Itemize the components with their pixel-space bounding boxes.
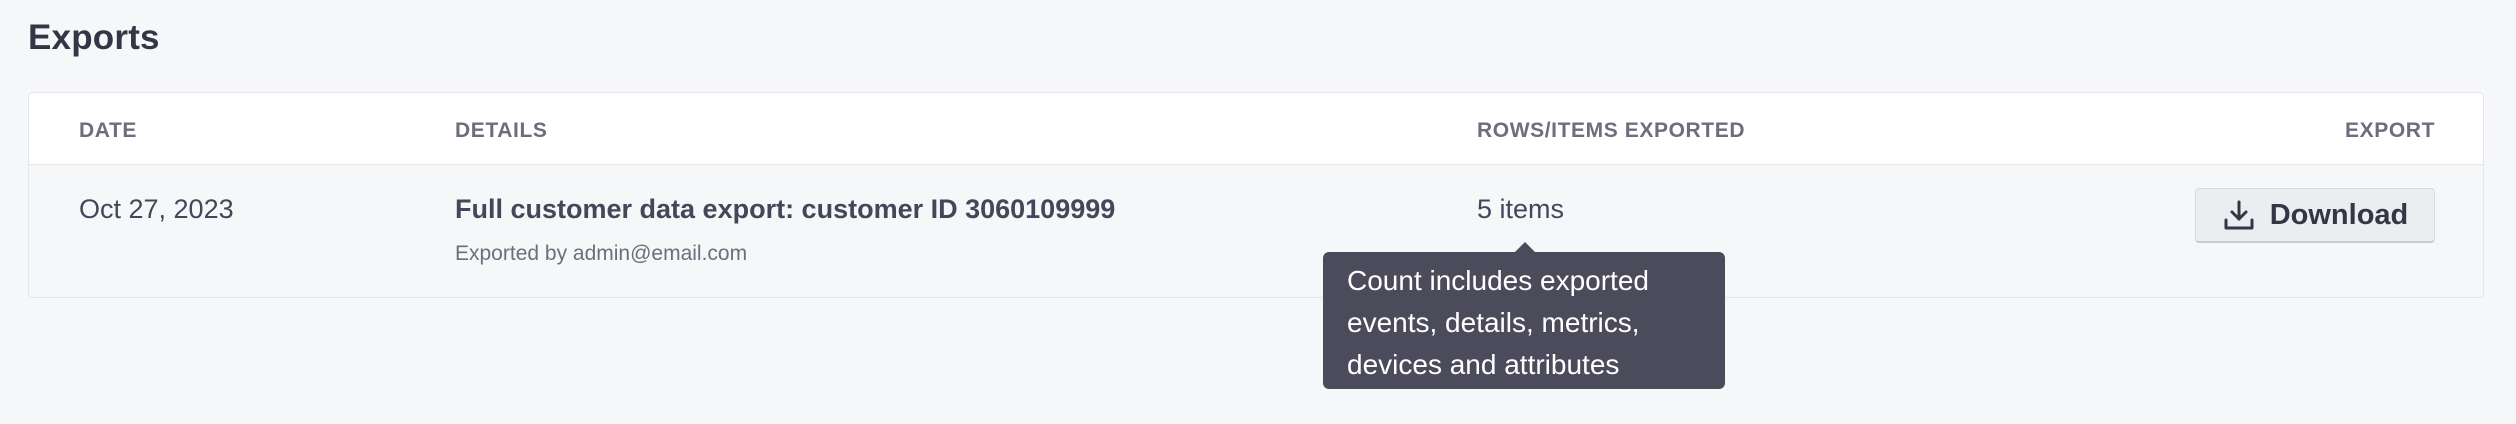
export-date: Oct 27, 2023: [79, 194, 234, 224]
column-header-rows-exported: ROWS/ITEMS EXPORTED: [1477, 119, 1746, 142]
column-header-export: EXPORT: [2345, 119, 2435, 142]
rows-exported-count[interactable]: 5 items: [1477, 194, 1564, 225]
column-header-details: DETAILS: [455, 119, 548, 142]
download-icon: [2222, 198, 2256, 232]
table-header: DATE DETAILS ROWS/ITEMS EXPORTED EXPORT: [29, 93, 2483, 165]
export-details-subtitle: Exported by admin@email.com: [455, 242, 748, 265]
export-details-title: Full customer data export: customer ID 3…: [455, 194, 1116, 224]
download-button[interactable]: Download: [2195, 188, 2435, 243]
tooltip-line: Count includes exported: [1347, 265, 1649, 296]
download-button-label: Download: [2269, 198, 2409, 231]
page-title: Exports: [28, 18, 160, 57]
column-header-date: DATE: [79, 119, 138, 142]
tooltip-line: events, details, metrics,: [1347, 307, 1640, 338]
tooltip-line: devices and attributes: [1347, 349, 1620, 380]
rows-exported-tooltip: Count includes exported events, details,…: [1323, 252, 1725, 389]
exports-table: DATE DETAILS ROWS/ITEMS EXPORTED EXPORT …: [28, 92, 2484, 298]
